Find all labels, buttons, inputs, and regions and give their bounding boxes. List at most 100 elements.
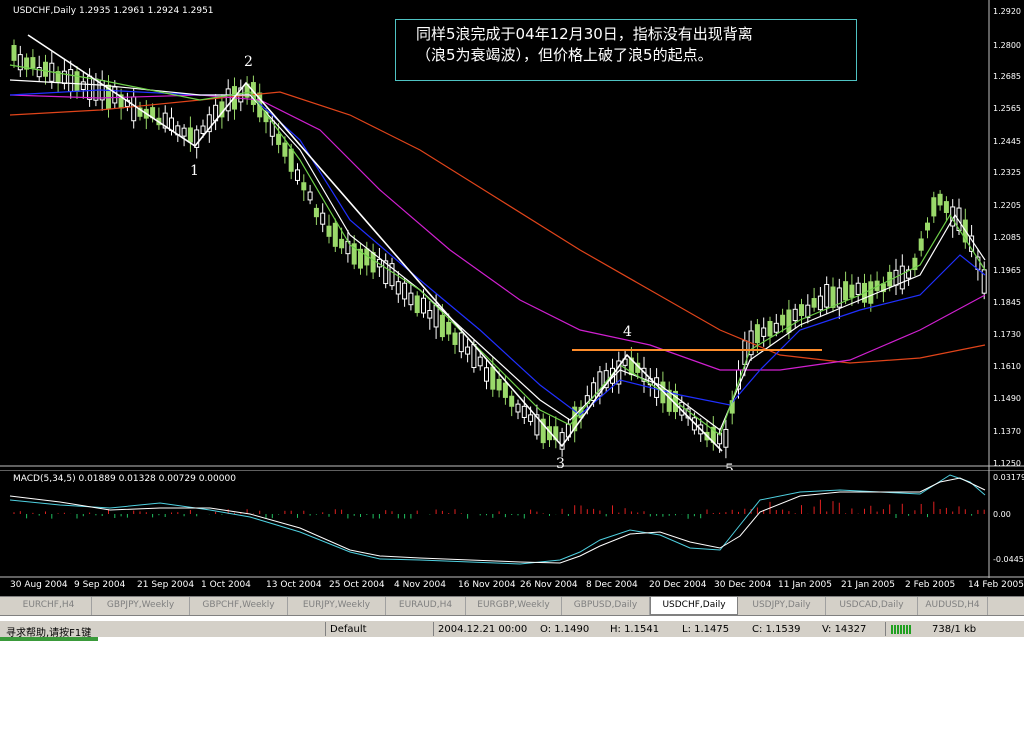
candle	[761, 327, 767, 337]
candle	[370, 252, 376, 273]
status-volume: V: 14327	[822, 624, 867, 635]
annotation-line-1: 同样5浪完成于04年12月30日，指标没有出现背离	[416, 25, 753, 43]
price-label: 1.2085	[993, 233, 1021, 242]
macd-label-bottom: -0.04457	[993, 555, 1024, 564]
tab-eurjpy-weekly[interactable]: EURJPY,Weekly	[288, 597, 386, 615]
tab-usdchf-daily[interactable]: USDCHF,Daily	[650, 597, 738, 615]
macd-signal-line	[9, 474, 986, 565]
tab-audusd-h4[interactable]: AUDUSD,H4	[918, 597, 988, 615]
tab-eurchf-h4[interactable]: EURCHF,H4	[6, 597, 92, 615]
date-tick: 2 Feb 2005	[905, 580, 956, 590]
status-bar: 寻求帮助,请按F1键 Default 2004.12.21 00:00 O: 1…	[0, 620, 1024, 639]
candle	[301, 182, 307, 191]
candle	[452, 332, 458, 345]
ma-magenta-line	[9, 94, 986, 371]
price-label: 1.2920	[993, 7, 1021, 16]
candle	[477, 356, 483, 367]
candle	[773, 322, 779, 333]
price-label: 1.1845	[993, 298, 1021, 307]
price-label: 1.2205	[993, 201, 1021, 210]
candle	[332, 222, 338, 247]
candle	[408, 292, 414, 306]
candle	[490, 366, 496, 390]
annotation-line-2: （浪5为衰竭波），但价格上破了浪5的起点。	[416, 46, 713, 64]
candle	[528, 414, 534, 422]
price-label: 1.1490	[993, 394, 1021, 403]
date-axis: 30 Aug 2004 9 Sep 2004 21 Sep 2004 1 Oct…	[0, 578, 1024, 596]
candle	[515, 403, 521, 413]
candle	[427, 309, 433, 319]
candle	[313, 207, 319, 218]
candle	[780, 314, 786, 326]
candle	[723, 428, 729, 448]
chart-symbol-title: USDCHF,Daily 1.2935 1.2961 1.2924 1.2951	[13, 6, 214, 16]
annotation-box: 同样5浪完成于04年12月30日，指标没有出现背离 （浪5为衰竭波），但价格上破…	[395, 19, 857, 81]
candle	[899, 265, 905, 290]
candle	[502, 382, 508, 398]
date-tick: 1 Oct 2004	[201, 580, 251, 590]
status-traffic: 738/1 kb	[932, 624, 977, 635]
candle	[288, 148, 294, 172]
date-tick: 16 Nov 2004	[458, 580, 516, 590]
chart-tab-bar: EURCHF,H4 GBPJPY,Weekly GBPCHF,Weekly EU…	[0, 596, 1024, 616]
candle	[181, 127, 187, 137]
price-chart[interactable]: 1 2 3 4 5 1.2920 1.2800 1.2685 1.2565 1.…	[0, 0, 1024, 470]
candle	[521, 405, 527, 418]
status-open: O: 1.1490	[540, 624, 590, 635]
candle	[496, 378, 502, 391]
candle	[754, 324, 760, 344]
date-tick: 20 Dec 2004	[649, 580, 707, 590]
price-label: 1.2800	[993, 41, 1021, 50]
taskbar-strip	[0, 637, 1024, 641]
date-tick: 21 Jan 2005	[841, 580, 895, 590]
candlesticks	[11, 39, 987, 459]
candle	[43, 61, 48, 77]
tab-eurgbp-weekly[interactable]: EURGBP,Weekly	[466, 597, 562, 615]
date-tick: 30 Dec 2004	[714, 580, 772, 590]
candle	[200, 125, 206, 135]
price-label: 1.1370	[993, 427, 1021, 436]
candle	[112, 86, 118, 104]
wave-label-2: 2	[244, 54, 253, 70]
macd-indicator-panel[interactable]: 0.03179 0.00 -0.04457 MACD(5,34,5) 0.018…	[0, 470, 1024, 578]
candle	[830, 286, 836, 308]
candle	[484, 367, 489, 382]
candle	[68, 69, 74, 92]
candle	[931, 197, 937, 217]
wave-label-1: 1	[190, 163, 199, 179]
price-label: 1.1730	[993, 330, 1021, 339]
price-label: 1.1610	[993, 362, 1021, 371]
tab-usdcad-daily[interactable]: USDCAD,Daily	[826, 597, 918, 615]
tab-usdjpy-daily[interactable]: USDJPY,Daily	[738, 597, 826, 615]
candle	[471, 344, 477, 369]
candle	[868, 281, 874, 304]
tab-euraud-h4[interactable]: EURAUD,H4	[386, 597, 466, 615]
candle	[421, 297, 426, 314]
candle	[395, 281, 401, 295]
candle	[925, 222, 930, 231]
tab-gbpjpy-weekly[interactable]: GBPJPY,Weekly	[92, 597, 190, 615]
candle	[465, 346, 471, 355]
elliott-wave-lines	[27, 34, 822, 452]
candle	[767, 321, 773, 337]
wave-label-3: 3	[556, 456, 565, 470]
status-low: L: 1.1475	[682, 624, 730, 635]
candle	[824, 284, 830, 308]
wave-labels: 1 2 3 4 5	[190, 54, 734, 470]
tab-gbpchf-weekly[interactable]: GBPCHF,Weekly	[190, 597, 288, 615]
candle	[458, 332, 464, 353]
candle	[918, 238, 924, 251]
price-label: 1.1965	[993, 266, 1021, 275]
price-label: 1.2565	[993, 104, 1021, 113]
candle	[61, 70, 67, 85]
price-label: 1.2685	[993, 72, 1021, 81]
candle	[295, 169, 300, 181]
start-button[interactable]	[0, 637, 98, 641]
connection-bars-icon	[891, 625, 911, 634]
date-tick: 25 Oct 2004	[329, 580, 385, 590]
date-tick: 11 Jan 2005	[778, 580, 832, 590]
tab-gbpusd-daily[interactable]: GBPUSD,Daily	[562, 597, 650, 615]
ma-red-line	[9, 91, 986, 364]
macd-histogram	[13, 499, 985, 519]
candle	[849, 284, 855, 298]
